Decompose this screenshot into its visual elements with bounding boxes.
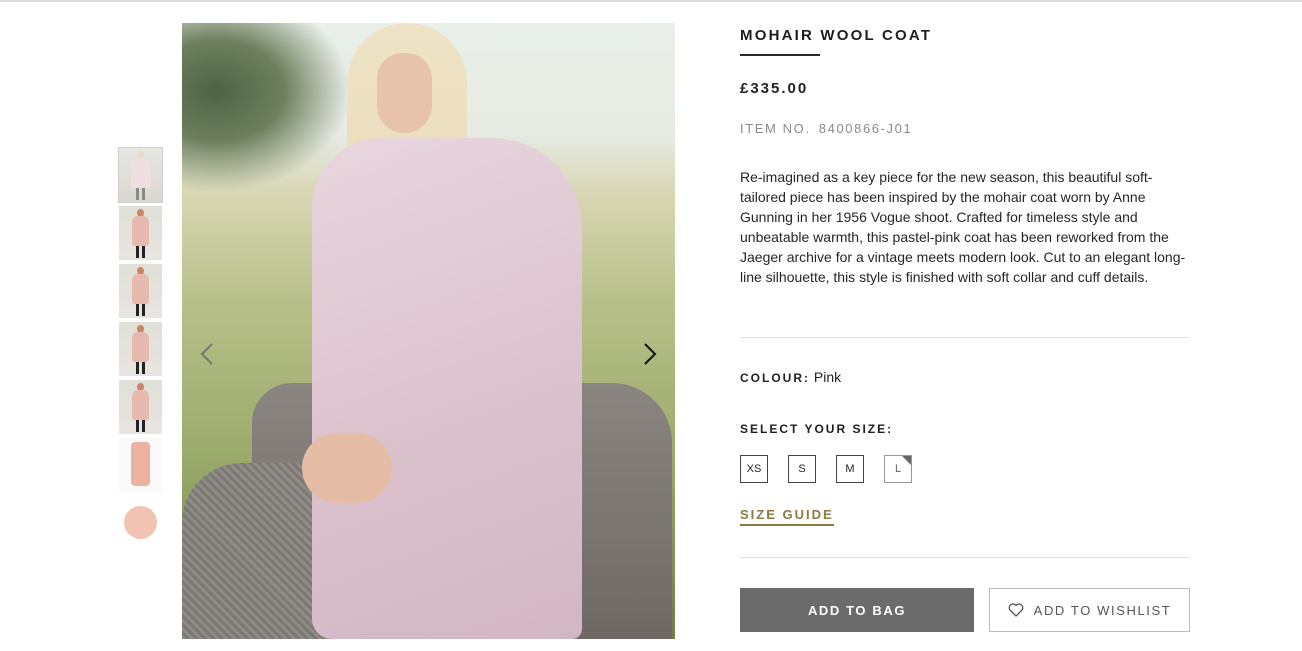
colour-row: COLOUR: Pink: [740, 369, 841, 385]
item-number-label: ITEM NO.: [740, 121, 811, 136]
chevron-right-icon: [644, 343, 657, 365]
add-to-bag-button[interactable]: ADD TO BAG: [740, 588, 974, 632]
thumbnail-1[interactable]: [118, 147, 163, 203]
low-stock-corner-icon: [902, 456, 911, 465]
thumbnail-6[interactable]: [119, 438, 162, 492]
size-option-s[interactable]: S: [788, 455, 816, 483]
thumbnail-4[interactable]: [119, 322, 162, 376]
size-option-xs[interactable]: XS: [740, 455, 768, 483]
product-main-image: [182, 23, 675, 639]
item-number: ITEM NO. 8400866-J01: [740, 121, 912, 136]
chevron-left-icon: [200, 343, 213, 365]
thumbnail-3[interactable]: [119, 264, 162, 318]
colour-value: Pink: [813, 369, 842, 385]
thumbnail-5[interactable]: [119, 380, 162, 434]
size-label: SELECT YOUR SIZE:: [740, 422, 894, 436]
divider: [740, 557, 1190, 558]
item-number-value: 8400866-J01: [818, 121, 913, 136]
thumbnail-swatch[interactable]: [119, 496, 162, 550]
product-description: Re-imagined as a key piece for the new s…: [740, 169, 1186, 285]
gallery-next-button[interactable]: [640, 340, 660, 368]
heart-icon: [1008, 603, 1024, 617]
product-price: £335.00: [740, 80, 809, 97]
divider: [740, 337, 1190, 338]
top-divider: [0, 0, 1302, 2]
product-title: MOHAIR WOOL COAT: [740, 27, 933, 44]
size-option-l[interactable]: L: [884, 455, 912, 483]
gallery-prev-button[interactable]: [197, 340, 217, 368]
add-to-wishlist-label: ADD TO WISHLIST: [1033, 602, 1172, 618]
size-option-l-label: L: [894, 463, 902, 475]
colour-label: COLOUR:: [740, 371, 810, 385]
thumbnail-strip: [118, 147, 163, 554]
title-underline: [740, 54, 820, 56]
add-to-wishlist-button[interactable]: ADD TO WISHLIST: [989, 588, 1190, 632]
size-option-m[interactable]: M: [836, 455, 864, 483]
thumbnail-2[interactable]: [119, 206, 162, 260]
size-guide-link[interactable]: SIZE GUIDE: [740, 507, 834, 526]
size-options: XS S M L: [740, 455, 912, 483]
